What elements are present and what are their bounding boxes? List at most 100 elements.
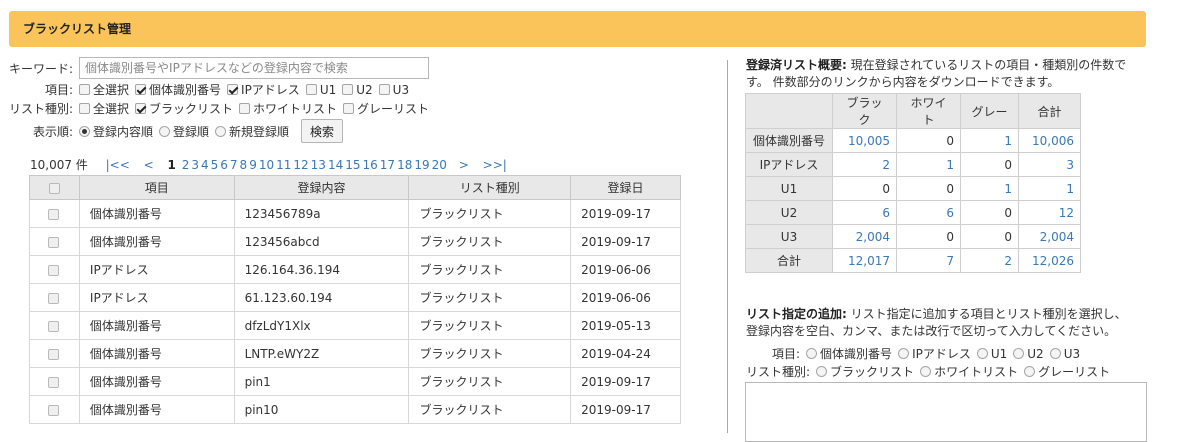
add-entries-textarea[interactable]	[745, 382, 1147, 442]
summary-col-header: ホワイト	[896, 93, 961, 129]
keyword-label: キーワード:	[9, 61, 74, 76]
select-all-items-checkbox[interactable]	[79, 84, 90, 95]
summary-desc-2: す。 件数部分のリンクから内容をダウンロードできます。	[746, 75, 1060, 89]
result-count: 10,007 件	[30, 158, 88, 172]
item-cell: IPアドレス	[78, 255, 235, 284]
count-download-link[interactable]: 12	[1018, 200, 1081, 225]
count-cell: 0	[896, 128, 961, 153]
page-link[interactable]: 8	[240, 158, 248, 172]
type-blacklist-checkbox[interactable]	[135, 103, 147, 114]
add-item-individual-id-radio[interactable]	[806, 348, 818, 359]
page-link[interactable]: 19	[414, 158, 429, 172]
row-checkbox[interactable]	[48, 292, 60, 304]
page-link[interactable]: 10	[259, 158, 274, 172]
page-link[interactable]: 15	[345, 158, 360, 172]
radio-label: U1	[990, 346, 1008, 361]
page-link[interactable]: 13	[311, 158, 326, 172]
last-page-link[interactable]: >>|	[483, 158, 507, 172]
add-types-label: リスト種別:	[746, 365, 811, 379]
count-cell: 0	[960, 200, 1019, 225]
items-label: 項目:	[44, 83, 73, 97]
first-page-link[interactable]: |<<	[106, 158, 130, 172]
add-items-label: 項目:	[772, 347, 801, 361]
select-all-rows-checkbox[interactable]	[48, 182, 60, 194]
add-item-ip-address-radio[interactable]	[898, 348, 910, 359]
add-type-greylist-radio[interactable]	[1024, 366, 1036, 377]
content-cell: 61.123.60.194	[233, 283, 410, 312]
types-label: リスト種別:	[8, 102, 73, 116]
count-download-link[interactable]: 2	[832, 152, 897, 177]
count-download-link[interactable]: 2,004	[1018, 224, 1081, 249]
add-item-u2-radio[interactable]	[1013, 348, 1025, 359]
page-link[interactable]: 17	[380, 158, 395, 172]
page-link[interactable]: 9	[249, 158, 257, 172]
count-download-link[interactable]: 12,026	[1018, 248, 1081, 273]
row-checkbox[interactable]	[48, 236, 60, 248]
next-page-link[interactable]: >	[459, 158, 469, 172]
content-cell: 123456789a	[233, 199, 410, 228]
item-u2-checkbox[interactable]	[342, 84, 354, 95]
date-cell: 2019-06-06	[570, 283, 681, 312]
item-u1-checkbox[interactable]	[305, 84, 317, 95]
count-download-link[interactable]: 2	[960, 248, 1019, 273]
count-download-link[interactable]: 6	[896, 200, 961, 225]
summary-row: U2 6 6 0 12	[745, 200, 1081, 225]
add-item-u3-radio[interactable]	[1049, 348, 1061, 359]
count-download-link[interactable]: 12,017	[832, 248, 897, 273]
item-u3-checkbox[interactable]	[378, 84, 390, 95]
order-newest-radio[interactable]	[215, 125, 227, 137]
page-link[interactable]: 2	[182, 158, 190, 172]
item-ip-address-checkbox[interactable]	[227, 84, 239, 95]
page-link[interactable]: 16	[363, 158, 378, 172]
summary-col-header: 合計	[1018, 93, 1081, 129]
prev-page-link[interactable]: <	[144, 158, 154, 172]
row-checkbox[interactable]	[48, 208, 60, 220]
search-button[interactable]: 検索	[301, 119, 344, 143]
page-link[interactable]: 4	[201, 158, 209, 172]
add-type-whitelist-radio[interactable]	[920, 366, 932, 377]
item-individual-id-checkbox[interactable]	[135, 84, 147, 95]
page-link[interactable]: 6	[220, 158, 228, 172]
type-greylist-checkbox[interactable]	[343, 103, 355, 114]
count-download-link[interactable]: 1	[960, 176, 1019, 201]
page-link[interactable]: 12	[293, 158, 308, 172]
keyword-input[interactable]	[79, 57, 430, 79]
type-whitelist-checkbox[interactable]	[239, 103, 251, 114]
page-link[interactable]: 18	[397, 158, 412, 172]
content-cell: pin10	[233, 395, 410, 424]
order-content-radio[interactable]	[79, 125, 90, 137]
row-checkbox[interactable]	[48, 404, 60, 416]
count-download-link[interactable]: 10,005	[832, 128, 897, 153]
checkbox-label: 個体識別番号	[149, 83, 222, 97]
count-download-link[interactable]: 2,004	[832, 224, 897, 249]
add-description: リスト指定の追加: リスト指定に追加する項目とリスト種別を選択し、 登録内容を空…	[746, 306, 1166, 340]
row-select-cell	[29, 367, 80, 396]
order-registration-radio[interactable]	[159, 125, 171, 137]
add-item-u1-radio[interactable]	[976, 348, 988, 359]
page-link[interactable]: 3	[191, 158, 199, 172]
summary-row-label: U1	[745, 176, 833, 201]
add-types-row: リスト種別: ブラックリスト ホワイトリスト グレーリスト	[746, 363, 1110, 380]
count-download-link[interactable]: 10,006	[1018, 128, 1081, 153]
row-checkbox[interactable]	[48, 320, 60, 332]
count-download-link[interactable]: 1	[896, 152, 961, 177]
summary-corner	[745, 93, 833, 129]
count-download-link[interactable]: 7	[896, 248, 961, 273]
page-link[interactable]: 14	[328, 158, 343, 172]
page-link[interactable]: 20	[432, 158, 447, 172]
page-link[interactable]: 11	[276, 158, 291, 172]
row-checkbox[interactable]	[48, 376, 60, 388]
count-download-link[interactable]: 1	[960, 128, 1019, 153]
count-download-link[interactable]: 3	[1018, 152, 1081, 177]
add-type-blacklist-radio[interactable]	[816, 366, 828, 377]
page-link[interactable]: 5	[211, 158, 219, 172]
radio-label: 個体識別番号	[820, 347, 893, 361]
page-link[interactable]: 7	[230, 158, 238, 172]
count-download-link[interactable]: 1	[1018, 176, 1081, 201]
row-select-cell	[29, 199, 80, 228]
row-checkbox[interactable]	[48, 264, 60, 276]
row-select-cell	[29, 395, 80, 424]
select-all-types-checkbox[interactable]	[79, 103, 90, 114]
row-checkbox[interactable]	[48, 348, 60, 360]
count-download-link[interactable]: 6	[832, 200, 897, 225]
